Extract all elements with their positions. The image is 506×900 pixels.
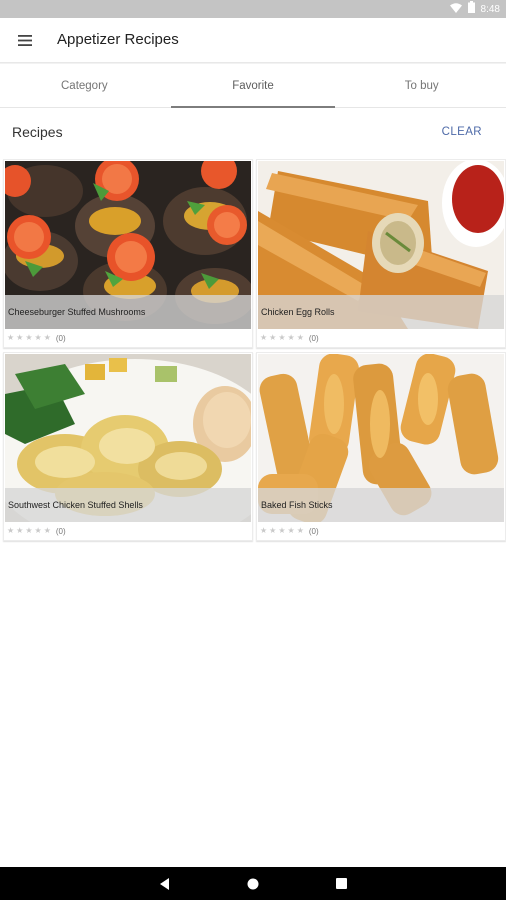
tab-favorite[interactable]: Favorite (169, 64, 338, 108)
star-icon: ★ (269, 333, 277, 342)
recents-icon[interactable] (329, 872, 353, 896)
star-icon: ★ (296, 526, 304, 535)
recipe-card[interactable]: Chicken Egg Rolls ★ ★ ★ ★ ★ (0) (256, 159, 506, 348)
star-icon: ★ (260, 333, 268, 342)
navigation-bar (0, 867, 506, 900)
star-icon: ★ (43, 526, 51, 535)
status-icons: 8:48 (449, 0, 500, 18)
star-icon: ★ (7, 333, 15, 342)
section-title: Recipes (12, 124, 63, 140)
hamburger-menu-icon[interactable] (12, 29, 38, 51)
star-icon: ★ (34, 526, 42, 535)
star-icon: ★ (287, 526, 295, 535)
status-bar: 8:48 (0, 0, 506, 18)
star-icon: ★ (278, 333, 286, 342)
battery-icon (467, 0, 475, 18)
home-icon[interactable] (241, 872, 265, 896)
back-icon[interactable] (153, 872, 177, 896)
star-icon: ★ (25, 526, 33, 535)
recipe-image: Baked Fish Sticks (258, 354, 504, 522)
recipe-grid: Cheeseburger Stuffed Mushrooms ★ ★ ★ ★ ★… (3, 159, 506, 541)
recipe-name: Baked Fish Sticks (261, 500, 333, 510)
star-icon: ★ (296, 333, 304, 342)
star-icon: ★ (16, 526, 24, 535)
recipe-rating: ★ ★ ★ ★ ★ (0) (7, 525, 66, 537)
wifi-icon (449, 0, 462, 18)
recipe-caption-bar: Chicken Egg Rolls (258, 295, 504, 329)
tab-bar: Category Favorite To buy (0, 64, 506, 108)
star-icon: ★ (16, 333, 24, 342)
recipe-caption-bar: Cheeseburger Stuffed Mushrooms (5, 295, 251, 329)
recipe-name: Cheeseburger Stuffed Mushrooms (8, 307, 146, 317)
star-icon: ★ (269, 526, 277, 535)
recipe-rating: ★ ★ ★ ★ ★ (0) (7, 332, 66, 344)
star-icon: ★ (278, 526, 286, 535)
recipe-image: Chicken Egg Rolls (258, 161, 504, 329)
recipe-caption-bar: Baked Fish Sticks (258, 488, 504, 522)
rating-count: (0) (55, 526, 66, 536)
star-icon: ★ (25, 333, 33, 342)
app-bar: Appetizer Recipes (0, 18, 506, 62)
recipe-image: Southwest Chicken Stuffed Shells (5, 354, 251, 522)
star-icon: ★ (43, 333, 51, 342)
clear-button[interactable]: CLEAR (442, 126, 482, 138)
recipe-image: Cheeseburger Stuffed Mushrooms (5, 161, 251, 329)
recipe-card[interactable]: Baked Fish Sticks ★ ★ ★ ★ ★ (0) (256, 352, 506, 541)
rating-count: (0) (55, 333, 66, 343)
star-icon: ★ (260, 526, 268, 535)
recipe-name: Southwest Chicken Stuffed Shells (8, 500, 143, 510)
recipe-rating: ★ ★ ★ ★ ★ (0) (260, 525, 319, 537)
app-title: Appetizer Recipes (57, 31, 179, 48)
tab-to-buy[interactable]: To buy (337, 64, 506, 107)
tab-category[interactable]: Category (0, 64, 169, 107)
status-time: 8:48 (480, 3, 500, 15)
star-icon: ★ (287, 333, 295, 342)
recipe-card[interactable]: Southwest Chicken Stuffed Shells ★ ★ ★ ★… (3, 352, 253, 541)
recipe-name: Chicken Egg Rolls (261, 307, 335, 317)
star-icon: ★ (34, 333, 42, 342)
recipe-rating: ★ ★ ★ ★ ★ (0) (260, 332, 319, 344)
star-icon: ★ (7, 526, 15, 535)
rating-count: (0) (308, 526, 319, 536)
rating-count: (0) (308, 333, 319, 343)
recipe-caption-bar: Southwest Chicken Stuffed Shells (5, 488, 251, 522)
recipe-card[interactable]: Cheeseburger Stuffed Mushrooms ★ ★ ★ ★ ★… (3, 159, 253, 348)
